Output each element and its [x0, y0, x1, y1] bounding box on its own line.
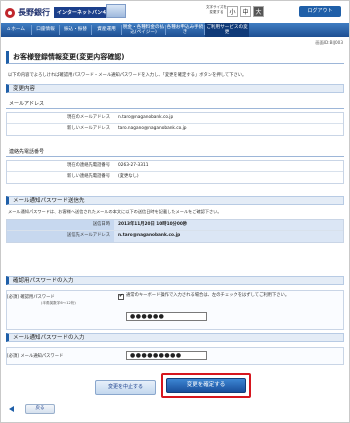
- font-size-small-button[interactable]: 小: [227, 6, 238, 17]
- phone-heading: 連絡先電話番号: [6, 148, 344, 157]
- confirm-password-hint: (半角英数字6〜12桁): [41, 301, 76, 305]
- mail-password-input[interactable]: ●●●●●●●●●: [126, 351, 207, 360]
- table-row: 新しいメールアドレス taro.nagano@naganobank.co.jp: [7, 124, 343, 135]
- confirm-password-heading: 確認用パスワードの入力: [6, 276, 344, 285]
- mail-password-label: [必須] メール通知パスワード: [7, 353, 63, 359]
- change-section-heading: 変更内容: [6, 84, 344, 93]
- send-email-label: 送信先メールアドレス: [7, 231, 114, 242]
- font-size-label-line-1: 文字サイズを: [206, 5, 227, 9]
- table-row: 現在の連絡先電話番号 0263-27-3311: [7, 161, 343, 172]
- nav-account-info[interactable]: 口座情報: [32, 23, 59, 37]
- new-phone-value: (変更なし): [114, 172, 343, 183]
- nav-home[interactable]: ⌂ ホーム: [1, 23, 31, 37]
- table-row: 送信日時 2013年11月20日 10時10分00秒: [7, 220, 343, 231]
- page: 長野銀行 インターネットバンキング 文字サイズを 変更する 小 中 大 ログアウ…: [0, 0, 350, 423]
- nav-tax-payment[interactable]: 税金・各種料金の払込(ペイジー): [122, 23, 165, 37]
- checkmark-icon: ✔: [119, 293, 124, 299]
- back-button[interactable]: 戻る: [25, 404, 55, 414]
- table-row: 現在のメールアドレス n.taro@naganobank.co.jp: [7, 113, 343, 124]
- nav-asset-management[interactable]: 資産運用: [92, 23, 121, 37]
- table-row: 送信先メールアドレス n.taro@naganobank.co.jp: [7, 231, 343, 242]
- confirm-button-highlight: 変更を確定する: [161, 373, 251, 398]
- current-email-label: 現在のメールアドレス: [7, 113, 114, 123]
- table-row: 新しい連絡先電話番号 (変更なし): [7, 172, 343, 183]
- nav-service-change[interactable]: ご利用サービスの変更: [205, 23, 249, 37]
- font-size-large-button[interactable]: 大: [253, 6, 264, 17]
- intro-text: 以下の内容でよろしければ確認用パスワード・メール通知パスワードを入力し、「変更を…: [8, 73, 247, 78]
- nav-home-label: ホーム: [11, 27, 25, 33]
- bank-logo[interactable]: 長野銀行 インターネットバンキング: [5, 7, 121, 18]
- bank-name: 長野銀行: [18, 8, 50, 17]
- cancel-change-button[interactable]: 変更を中止する: [95, 380, 156, 395]
- font-size-label: 文字サイズを 変更する: [206, 5, 227, 14]
- font-size-label-line-2: 変更する: [209, 9, 224, 14]
- nav-transfer[interactable]: 振込・振替: [60, 23, 91, 37]
- global-nav: ⌂ ホーム 口座情報 振込・振替 資産運用 税金・各種料金の払込(ペイジー) 各…: [1, 23, 349, 37]
- mail-password-label-text: メール通知パスワード: [20, 354, 64, 359]
- home-icon: ⌂: [7, 26, 11, 33]
- required-badge: [必須]: [7, 295, 19, 300]
- checkbox-label: 通常のキーボード操作で入力される場合は、左のチェックをはずしてご利用下さい。: [126, 293, 290, 298]
- confirm-change-button[interactable]: 変更を確定する: [166, 378, 246, 393]
- notify-note: メール通知パスワードは、お客様へ送信されたメールの本文に以下の送信日時を記載した…: [8, 209, 222, 214]
- phone-table: 現在の連絡先電話番号 0263-27-3311 新しい連絡先電話番号 (変更なし…: [6, 160, 344, 184]
- current-phone-label: 現在の連絡先電話番号: [7, 161, 114, 171]
- computer-icon: [106, 4, 126, 18]
- confirm-password-label: [必須] 確認用パスワード: [7, 294, 55, 300]
- mail-password-heading: メール通知パスワードの入力: [6, 333, 344, 342]
- font-size-medium-button[interactable]: 中: [240, 6, 251, 17]
- notify-table: 送信日時 2013年11月20日 10時10分00秒 送信先メールアドレス n.…: [6, 219, 344, 243]
- page-title: お客様登録情報変更(変更内容確認): [6, 51, 344, 64]
- screen-id: 画面ID:BIJ003: [315, 40, 343, 45]
- required-badge: [必須]: [7, 354, 19, 359]
- new-phone-label: 新しい連絡先電話番号: [7, 172, 114, 183]
- email-heading: メールアドレス: [6, 100, 344, 109]
- current-phone-value: 0263-27-3311: [114, 161, 343, 171]
- new-email-value: taro.nagano@naganobank.co.jp: [114, 124, 343, 135]
- send-email-value: n.taro@naganobank.co.jp: [114, 231, 343, 242]
- current-email-value: n.taro@naganobank.co.jp: [114, 113, 343, 123]
- logout-button[interactable]: ログアウト: [299, 6, 341, 17]
- bank-logo-icon: [5, 7, 15, 18]
- send-datetime-label: 送信日時: [7, 220, 114, 230]
- email-table: 現在のメールアドレス n.taro@naganobank.co.jp 新しいメー…: [6, 112, 344, 136]
- software-keyboard-checkbox[interactable]: ✔: [118, 293, 124, 300]
- new-email-label: 新しいメールアドレス: [7, 124, 114, 135]
- confirm-password-label-text: 確認用パスワード: [20, 295, 55, 300]
- send-datetime-value: 2013年11月20日 10時10分00秒: [114, 220, 343, 230]
- back-arrow-icon: [9, 406, 14, 412]
- nav-applications[interactable]: 各種お申込み手続き: [166, 23, 204, 37]
- confirm-password-input[interactable]: ●●●●●●: [126, 312, 207, 321]
- notify-section-heading: メール通知パスワード送信先: [6, 196, 344, 205]
